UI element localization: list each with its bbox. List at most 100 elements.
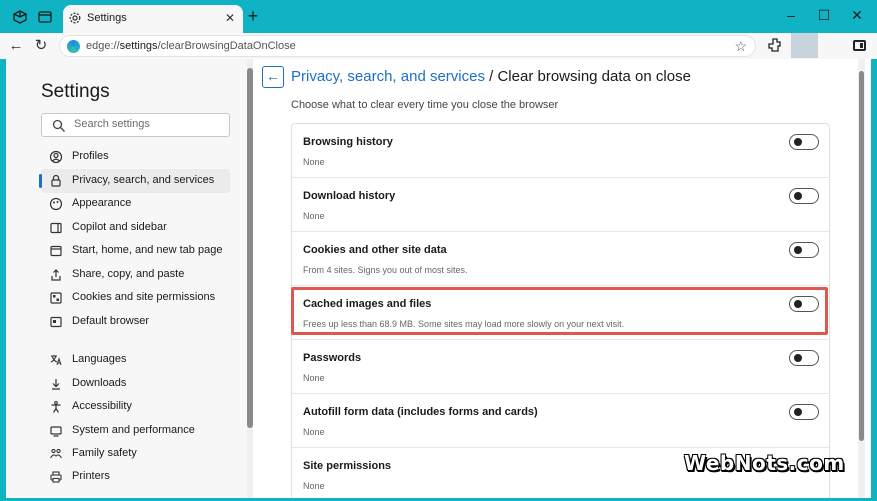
edge-logo-icon xyxy=(67,40,80,53)
sidebar-item-appearance[interactable]: Appearance xyxy=(41,192,230,216)
sidebar-item-label: System and performance xyxy=(72,424,195,436)
settings-page: Settings Profiles Privacy, search, and s… xyxy=(6,59,871,498)
lock-icon xyxy=(51,174,61,187)
tab-title: Settings xyxy=(87,12,127,24)
sidebar-scroll-thumb[interactable] xyxy=(247,68,253,428)
download-history-toggle[interactable] xyxy=(789,188,819,204)
system-icon xyxy=(50,426,62,437)
browser-window: Settings ✕ + – ☐ ✕ ← ↻ edge://settings/c… xyxy=(0,0,877,501)
sidebar-item-label: Profiles xyxy=(72,150,109,162)
back-arrow-icon[interactable]: ← xyxy=(8,38,24,54)
workspaces-icon[interactable] xyxy=(12,9,28,25)
settings-sidebar: Settings Profiles Privacy, search, and s… xyxy=(6,59,248,498)
cookie-icon xyxy=(50,292,62,304)
sidebar-item-profiles[interactable]: Profiles xyxy=(41,145,230,169)
tab-actions-icon[interactable] xyxy=(37,9,53,25)
option-description: None xyxy=(303,157,325,167)
sidebar-item-copilot[interactable]: Copilot and sidebar xyxy=(41,216,230,240)
option-title: Download history xyxy=(303,190,396,202)
sidebar-item-cookies[interactable]: Cookies and site permissions xyxy=(41,286,230,310)
sidebar-item-system[interactable]: System and performance xyxy=(41,419,230,443)
option-row-browsing-history: Browsing history None xyxy=(292,124,829,178)
maximize-icon[interactable]: ☐ xyxy=(816,7,832,23)
autofill-toggle[interactable] xyxy=(789,404,819,420)
option-row-cookies: Cookies and other site data From 4 sites… xyxy=(292,232,829,286)
sidebar-toggle-icon[interactable] xyxy=(853,40,866,51)
address-toolbar: ← ↻ edge://settings/clearBrowsingDataOnC… xyxy=(0,33,877,59)
breadcrumb: Privacy, search, and services / Clear br… xyxy=(291,68,691,85)
option-description: None xyxy=(303,427,325,437)
home-icon xyxy=(50,245,62,257)
watermark: WebNots.com xyxy=(684,451,845,475)
search-input[interactable] xyxy=(74,118,224,130)
main-scroll-thumb[interactable] xyxy=(859,71,864,441)
settings-title: Settings xyxy=(41,81,110,102)
sidebar-scrollbar[interactable] xyxy=(247,59,253,498)
sidebar-item-label: Share, copy, and paste xyxy=(72,268,185,280)
url-text: edge://settings/clearBrowsingDataOnClose xyxy=(86,40,296,52)
sidebar-item-downloads[interactable]: Downloads xyxy=(41,372,230,396)
passwords-toggle[interactable] xyxy=(789,350,819,366)
sidebar-item-label: Default browser xyxy=(72,315,150,327)
family-icon xyxy=(50,448,62,459)
main-scrollbar[interactable] xyxy=(858,59,865,498)
tab-settings[interactable]: Settings ✕ xyxy=(63,5,243,33)
option-row-cached-images: Cached images and files Frees up less th… xyxy=(292,286,829,340)
back-button[interactable]: ← xyxy=(262,66,284,88)
accessibility-icon xyxy=(51,400,61,413)
option-row-passwords: Passwords None xyxy=(292,340,829,394)
minimize-icon[interactable]: – xyxy=(783,7,799,23)
sidebar-item-label: Family safety xyxy=(72,447,137,459)
address-bar[interactable]: edge://settings/clearBrowsingDataOnClose… xyxy=(59,35,756,57)
sidebar-item-label: Copilot and sidebar xyxy=(72,221,167,233)
option-title: Autofill form data (includes forms and c… xyxy=(303,406,538,418)
profile-avatar[interactable] xyxy=(791,33,818,58)
tab-strip: Settings ✕ + – ☐ ✕ xyxy=(0,0,877,33)
printer-icon xyxy=(50,471,62,483)
sidebar-item-languages[interactable]: Languages xyxy=(41,348,230,372)
sidebar-item-default-browser[interactable]: Default browser xyxy=(41,310,230,334)
refresh-icon[interactable]: ↻ xyxy=(33,38,49,54)
option-row-autofill: Autofill form data (includes forms and c… xyxy=(292,394,829,448)
breadcrumb-privacy-link[interactable]: Privacy, search, and services xyxy=(291,68,485,85)
close-tab-icon[interactable]: ✕ xyxy=(225,11,235,25)
option-title: Site permissions xyxy=(303,460,392,472)
options-card: Browsing history None Download history N… xyxy=(291,123,830,498)
page-title: / Clear browsing data on close xyxy=(484,68,691,85)
extensions-icon[interactable] xyxy=(767,37,783,53)
profile-icon xyxy=(49,150,63,164)
option-description: Frees up less than 68.9 MB. Some sites m… xyxy=(303,319,625,329)
download-icon xyxy=(52,379,60,390)
favorite-star-icon[interactable]: ☆ xyxy=(734,38,747,55)
sidebar-item-label: Start, home, and new tab page xyxy=(72,244,223,256)
browser-icon xyxy=(50,316,62,328)
sidebar-item-start-home[interactable]: Start, home, and new tab page xyxy=(41,239,230,263)
sidebar-item-family-safety[interactable]: Family safety xyxy=(41,442,230,466)
option-title: Cached images and files xyxy=(303,298,432,310)
sidebar-item-label: Accessibility xyxy=(72,400,132,412)
sidebar-item-label: Privacy, search, and services xyxy=(72,174,215,186)
main-panel: ← Privacy, search, and services / Clear … xyxy=(254,59,857,498)
option-title: Passwords xyxy=(303,352,362,364)
page-subtitle: Choose what to clear every time you clos… xyxy=(291,99,559,111)
sidebar-icon xyxy=(50,222,62,234)
sidebar-item-label: Appearance xyxy=(72,197,132,209)
cached-images-toggle[interactable] xyxy=(789,296,819,312)
cookies-toggle[interactable] xyxy=(789,242,819,258)
option-row-download-history: Download history None xyxy=(292,178,829,232)
sidebar-item-privacy[interactable]: Privacy, search, and services xyxy=(39,169,230,193)
close-window-icon[interactable]: ✕ xyxy=(849,7,865,23)
sidebar-item-printers[interactable]: Printers xyxy=(41,465,230,489)
option-description: From 4 sites. Signs you out of most site… xyxy=(303,265,468,275)
option-description: None xyxy=(303,481,325,491)
browsing-history-toggle[interactable] xyxy=(789,134,819,150)
search-box[interactable] xyxy=(41,113,230,137)
sidebar-item-accessibility[interactable]: Accessibility xyxy=(41,395,230,419)
new-tab-button[interactable]: + xyxy=(244,6,262,26)
appearance-icon xyxy=(49,197,63,211)
sidebar-item-label: Printers xyxy=(72,470,110,482)
search-icon xyxy=(52,119,65,132)
sidebar-item-share[interactable]: Share, copy, and paste xyxy=(41,263,230,287)
sidebar-item-label: Downloads xyxy=(72,377,127,389)
option-description: None xyxy=(303,211,325,221)
